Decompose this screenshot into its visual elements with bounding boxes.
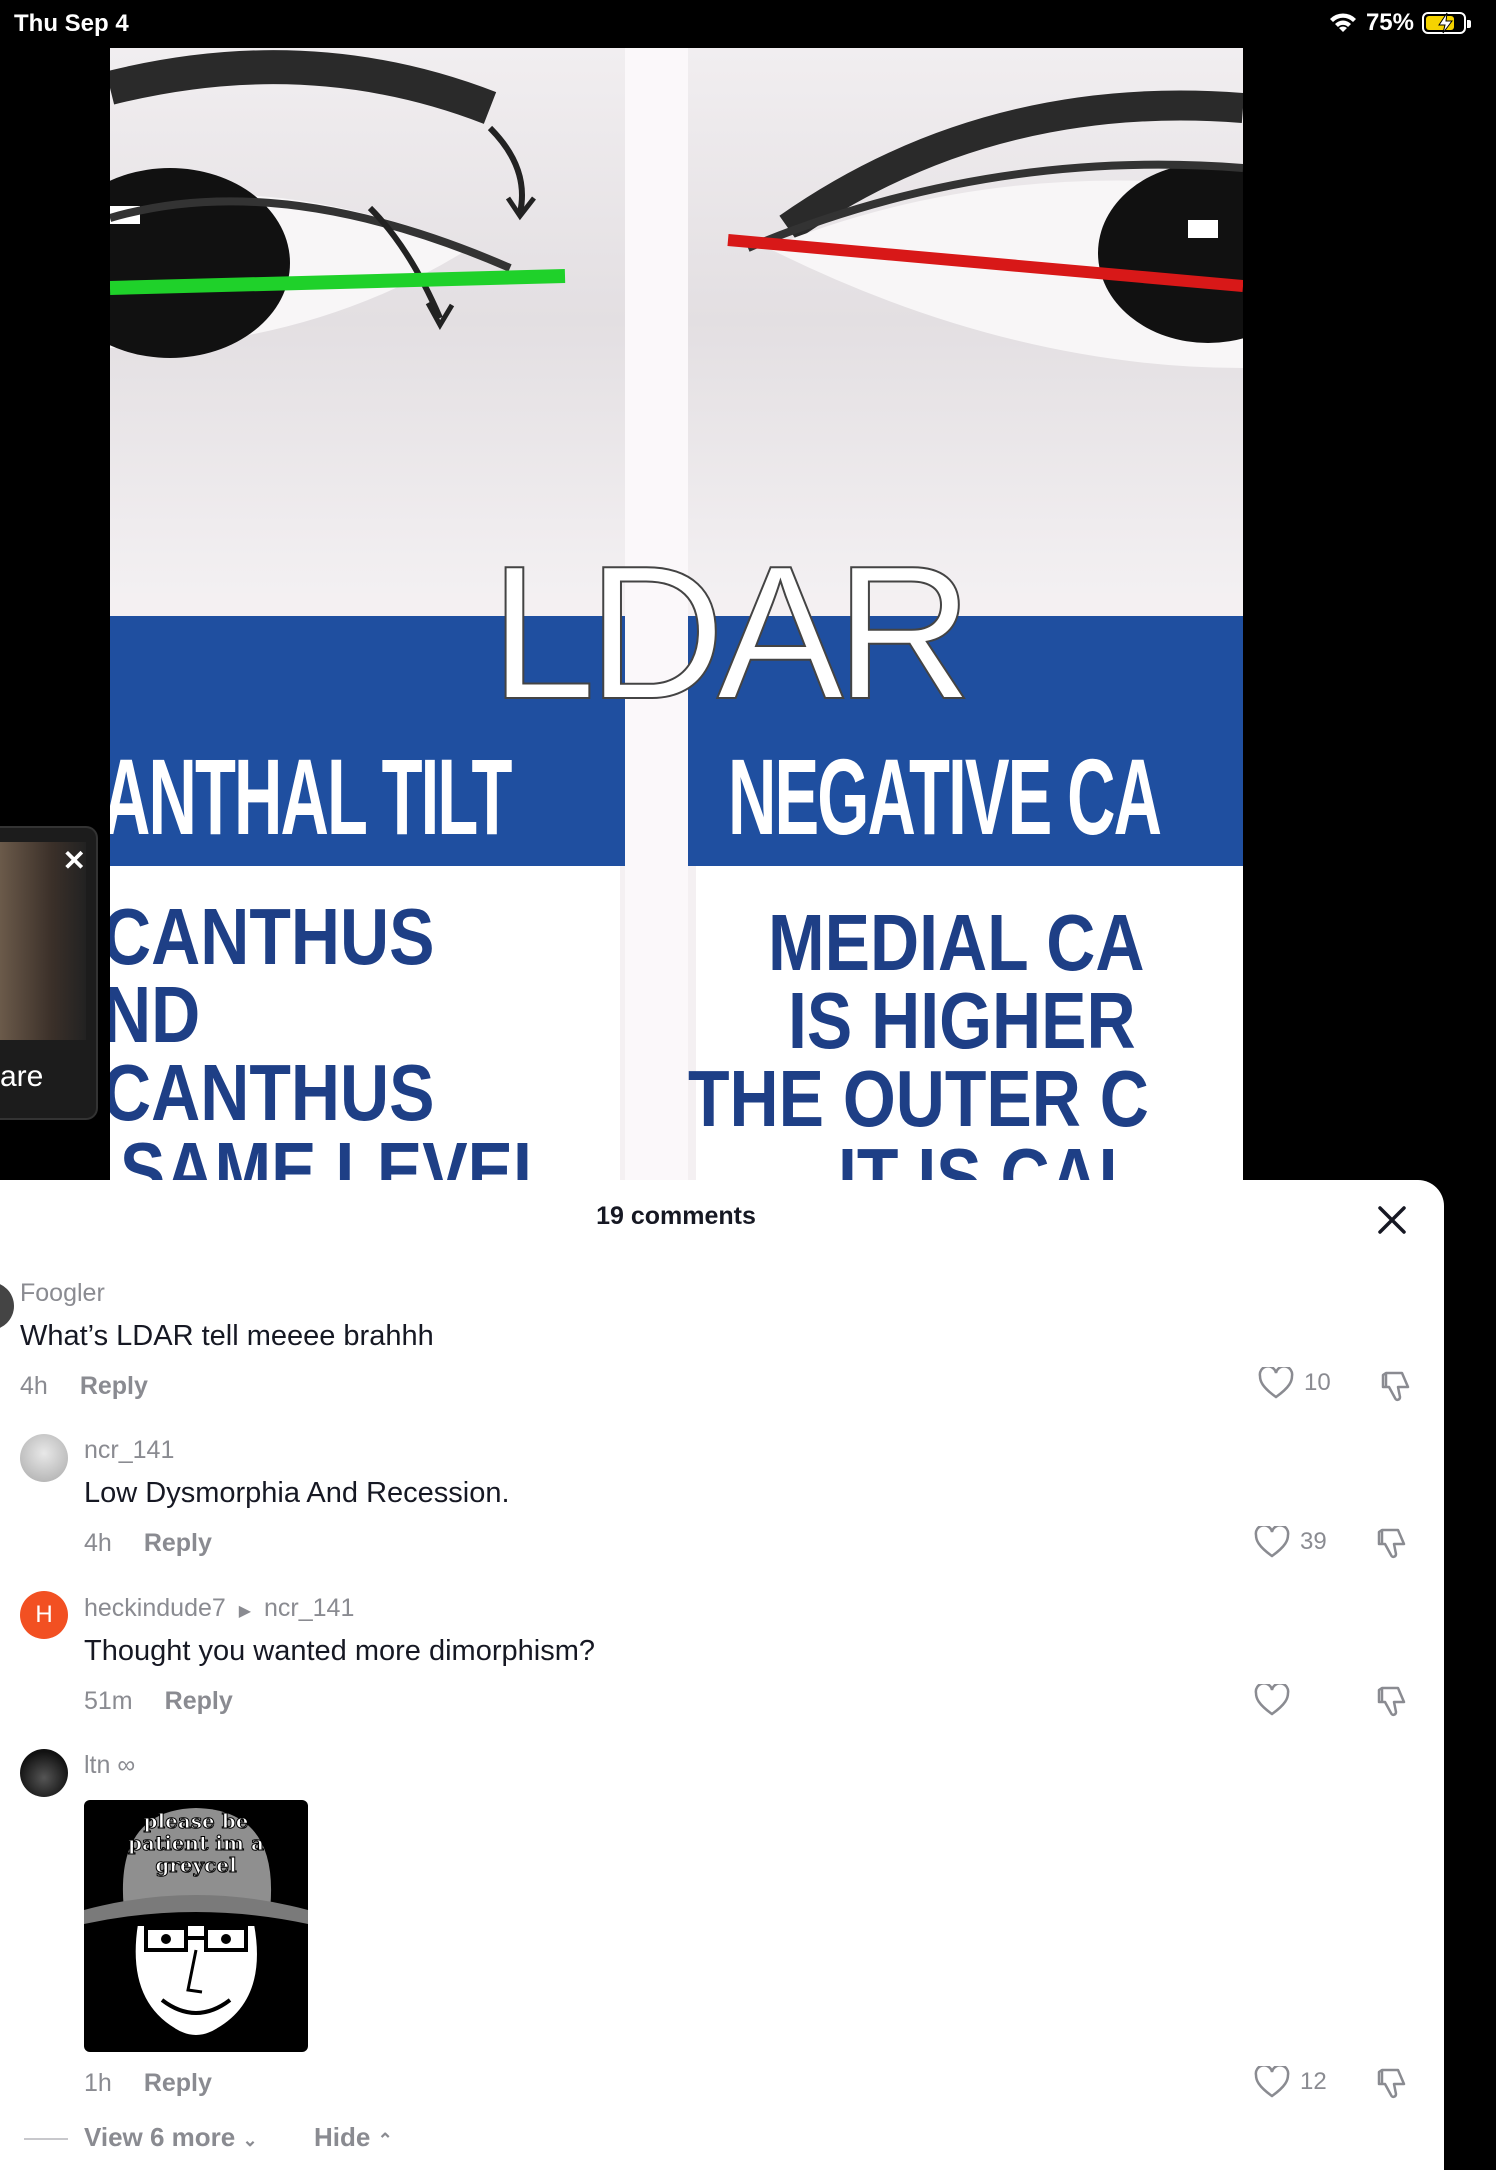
comment-author[interactable]: heckindude7	[84, 1594, 226, 1622]
comment-username[interactable]: ltn ∞	[84, 1751, 135, 1780]
avatar[interactable]: H	[20, 1591, 68, 1639]
comment-meta: 1h Reply	[84, 2069, 212, 2098]
status-bar: Thu Sep 4 75%	[0, 0, 1496, 48]
avatar[interactable]	[20, 1749, 68, 1797]
chevron-up-icon[interactable]: ⌃	[378, 2130, 393, 2150]
left-banner-text: ANTHAL TILT	[110, 736, 512, 857]
dislike-icon[interactable]	[1374, 1526, 1410, 1560]
left-eye-image	[110, 48, 625, 593]
video-overlay-title: LDAR	[489, 527, 974, 739]
like-button[interactable]: 12	[1254, 2066, 1327, 2098]
dislike-icon[interactable]	[1378, 1369, 1414, 1403]
avatar[interactable]	[20, 1434, 68, 1482]
right-line-4: IT IS CAL	[838, 1132, 1141, 1181]
video-player[interactable]: ANTHAL TILT CANTHUS ND CANTHUS SAME LEVE…	[110, 48, 1243, 1180]
wifi-icon	[1329, 13, 1356, 32]
heart-icon[interactable]	[1254, 1684, 1290, 1716]
hide-button[interactable]: Hide ⌃	[314, 2122, 393, 2153]
left-line-3: CANTHUS	[110, 1048, 435, 1137]
like-button[interactable]: 10	[1258, 1367, 1331, 1399]
comment-meta: 4h Reply	[84, 1529, 212, 1558]
left-line-4: SAME LEVEL	[120, 1126, 555, 1181]
view-more-label[interactable]: View 6 more	[84, 2122, 235, 2152]
comment-text: Thought you wanted more dimorphism?	[84, 1635, 595, 1667]
like-count: 10	[1304, 1369, 1331, 1396]
comment-username[interactable]: ncr_141	[84, 1436, 174, 1465]
dislike-icon[interactable]	[1374, 1684, 1410, 1718]
left-line-1: CANTHUS	[110, 892, 435, 981]
chevron-down-icon[interactable]: ⌄	[243, 2130, 258, 2150]
comment-text: What’s LDAR tell meeee brahhh	[20, 1320, 434, 1352]
like-button[interactable]	[1254, 1684, 1300, 1716]
comment-time: 51m	[84, 1687, 133, 1715]
heart-icon[interactable]	[1254, 2066, 1290, 2098]
heart-icon[interactable]	[1258, 1367, 1294, 1399]
mini-player[interactable]: ✕ are	[0, 826, 98, 1120]
dislike-icon[interactable]	[1374, 2066, 1410, 2100]
reply-arrow-icon: ▶	[238, 1603, 252, 1620]
battery-percent: 75%	[1365, 9, 1414, 36]
right-banner-text: NEGATIVE CA	[728, 736, 1162, 857]
reply-button[interactable]: Reply	[165, 1687, 233, 1715]
heart-icon[interactable]	[1254, 1526, 1290, 1558]
thread-divider	[24, 2138, 68, 2140]
comments-count-title: 19 comments	[596, 1202, 756, 1230]
comment-username: heckindude7 ▶ ncr_141	[84, 1594, 354, 1623]
mini-player-close-icon[interactable]: ✕	[63, 844, 86, 877]
reply-button[interactable]: Reply	[144, 1529, 212, 1557]
right-line-3: THE OUTER C	[688, 1054, 1149, 1143]
reply-button[interactable]: Reply	[80, 1372, 148, 1400]
comment-gif[interactable]: please be patient im a greycel	[84, 1800, 308, 2052]
comment-time: 1h	[84, 2069, 112, 2097]
battery-icon	[1422, 12, 1471, 34]
status-right: 75%	[1328, 9, 1471, 37]
like-count: 39	[1300, 1528, 1327, 1555]
status-time: Thu Sep 4	[14, 10, 129, 37]
comment-time: 4h	[20, 1372, 48, 1400]
mini-player-share-label[interactable]: are	[0, 1060, 43, 1094]
close-icon[interactable]	[1376, 1204, 1408, 1236]
like-count: 12	[1300, 2068, 1327, 2095]
right-line-2: IS HIGHER	[788, 976, 1136, 1065]
like-button[interactable]: 39	[1254, 1526, 1327, 1558]
comment-time: 4h	[84, 1529, 112, 1557]
comment-text: Low Dysmorphia And Recession.	[84, 1477, 510, 1509]
comment-meta: 4h Reply	[20, 1372, 148, 1401]
comment-meta: 51m Reply	[84, 1687, 233, 1716]
reply-to-username[interactable]: ncr_141	[264, 1594, 354, 1622]
view-more-button[interactable]: View 6 more ⌄	[84, 2122, 258, 2153]
gif-caption: please be patient im a greycel	[128, 1809, 265, 1877]
right-eye-image	[688, 48, 1243, 593]
comment-username[interactable]: Foogler	[20, 1279, 105, 1308]
reply-button[interactable]: Reply	[144, 2069, 212, 2097]
right-line-1: MEDIAL CA	[768, 898, 1145, 987]
hide-label[interactable]: Hide	[314, 2122, 370, 2152]
left-line-2: ND	[110, 970, 201, 1059]
